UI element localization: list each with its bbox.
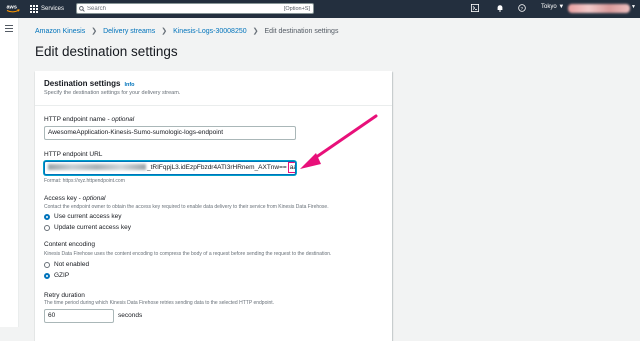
top-navigation-bar: aws Services [Option+S] ? Tokyo ▼ ▼ [0, 0, 640, 18]
aws-logo[interactable]: aws [6, 3, 20, 14]
svg-text:?: ? [521, 6, 524, 12]
breadcrumb-stream-name[interactable]: Kinesis-Logs-30008250 [173, 28, 247, 35]
retry-duration-description: The time period during which Kinesis Dat… [44, 300, 275, 306]
hamburger-menu-icon[interactable] [5, 25, 13, 34]
services-menu-button[interactable]: Services [30, 3, 64, 15]
panel-header: Destination settings Info Specify the de… [44, 79, 180, 96]
panel-title: Destination settings [44, 79, 121, 88]
breadcrumb-delivery-streams[interactable]: Delivery streams [103, 28, 155, 35]
radio-button-selected[interactable] [44, 213, 50, 220]
search-icon [77, 5, 87, 12]
radio-button[interactable] [44, 261, 50, 268]
radio-encoding-gzip[interactable]: GZIP [44, 272, 69, 279]
services-grid-icon [30, 5, 38, 13]
content-encoding-label: Content encoding [44, 241, 95, 248]
bell-icon[interactable] [496, 4, 504, 14]
cloudshell-icon[interactable] [471, 4, 479, 14]
region-selector[interactable]: Tokyo ▼ [541, 4, 564, 10]
endpoint-url-label: HTTP endpoint URL [44, 151, 103, 158]
chevron-right-icon: ❯ [91, 28, 98, 35]
endpoint-url-input[interactable]: _tRIFqpjL3.idEzpFbzdr4ATI3rHRnem_AXTnw==… [44, 161, 296, 175]
chevron-right-icon: ❯ [161, 28, 168, 35]
info-link[interactable]: Info [124, 82, 134, 88]
search-input[interactable] [87, 5, 284, 12]
breadcrumb-current: Edit destination settings [264, 27, 339, 35]
radio-encoding-not-enabled[interactable]: Not enabled [44, 261, 89, 268]
endpoint-name-label: HTTP endpoint name - optional [44, 116, 135, 123]
aws-logo-text: aws [7, 5, 17, 11]
redacted-url-segment [48, 164, 146, 171]
account-menu-redacted[interactable] [568, 4, 630, 13]
access-key-label: Access key - optional [44, 195, 106, 202]
destination-settings-panel: Destination settings Info Specify the de… [35, 71, 392, 341]
chevron-right-icon: ❯ [252, 28, 259, 35]
account-chevron-down-icon[interactable]: ▼ [631, 4, 636, 10]
retry-duration-input[interactable]: 60 [44, 309, 114, 323]
breadcrumb: Amazon Kinesis ❯ Delivery streams ❯ Kine… [35, 27, 339, 36]
breadcrumb-amazon-kinesis[interactable]: Amazon Kinesis [35, 28, 85, 35]
endpoint-url-value: _tRIFqpjL3.idEzpFbzdr4ATI3rHRnem_AXTnw== [147, 164, 287, 171]
content-encoding-description: Kinesis Data Firehose uses the content e… [44, 251, 332, 257]
panel-description: Specify the destination settings for you… [44, 90, 181, 96]
endpoint-name-input[interactable]: AwesomeApplication-Kinesis-Sumo-sumologi… [44, 126, 296, 140]
search-shortcut-hint: [Option+S] [283, 5, 310, 12]
radio-button[interactable] [44, 224, 50, 231]
retry-duration-unit: seconds [118, 312, 143, 319]
highlighted-url-suffix: aaa [287, 162, 295, 173]
radio-button-selected[interactable] [44, 272, 50, 279]
help-icon[interactable]: ? [518, 4, 526, 14]
radio-use-current-access-key[interactable]: Use current access key [44, 213, 122, 220]
page-title: Edit destination settings [35, 44, 178, 59]
endpoint-url-format-hint: Format: https://xyz.httpendpoint.com [44, 178, 125, 184]
retry-duration-label: Retry duration [44, 292, 85, 299]
radio-update-current-access-key[interactable]: Update current access key [44, 224, 131, 231]
panel-divider [35, 105, 392, 106]
services-label: Services [41, 6, 65, 12]
search-box[interactable]: [Option+S] [76, 3, 314, 14]
side-navigation-rail [0, 18, 19, 327]
access-key-description: Contact the endpoint owner to obtain the… [44, 204, 329, 210]
